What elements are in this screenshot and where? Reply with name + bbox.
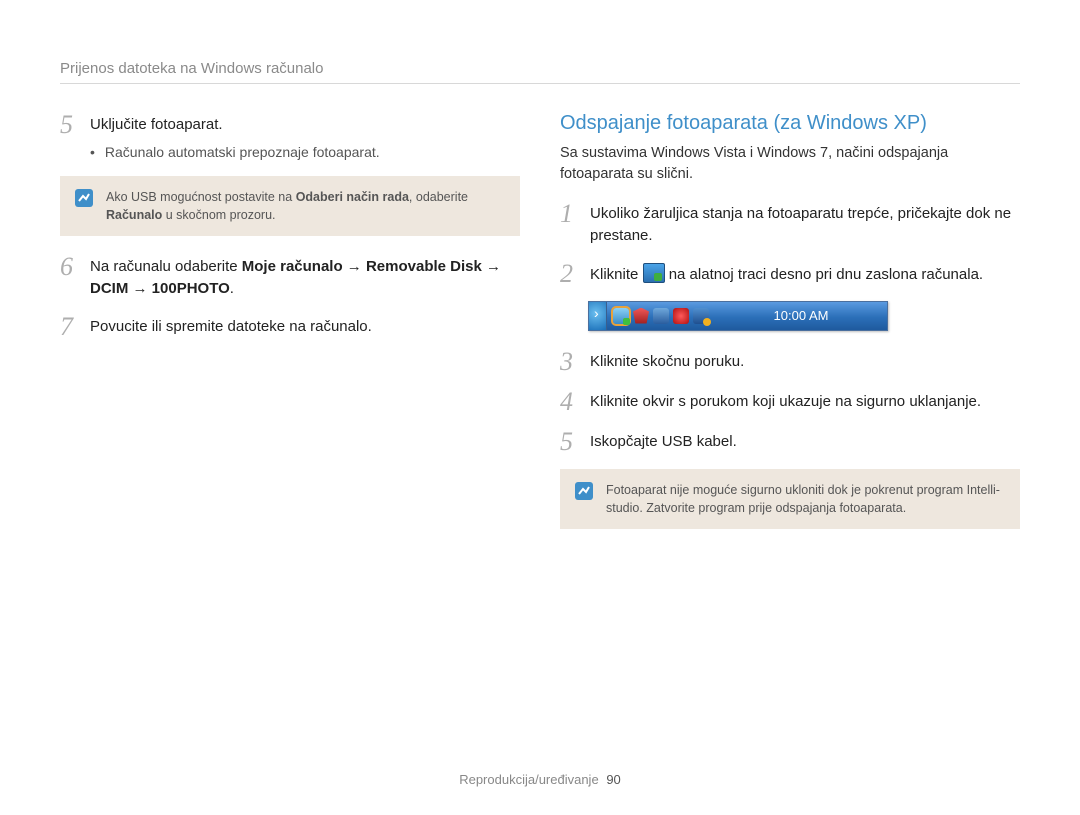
step-5r: 5 Iskopčajte USB kabel. <box>560 429 1020 455</box>
step-number: 3 <box>560 349 578 375</box>
step-number: 5 <box>560 429 578 455</box>
right-column: Odspajanje fotoaparata (za Windows XP) S… <box>560 112 1020 547</box>
step-frag: Na računalu odaberite <box>90 258 242 275</box>
step-3: 3 Kliknite skočnu poruku. <box>560 349 1020 375</box>
callout-bold: Odaberi način rada <box>296 190 409 204</box>
security-shield-icon <box>633 308 649 324</box>
left-column: 5 Uključite fotoaparat. Računalo automat… <box>60 112 520 547</box>
network-icon <box>693 308 709 324</box>
step-number: 1 <box>560 201 578 247</box>
safely-remove-icon <box>613 308 629 324</box>
step-frag: . <box>230 280 234 297</box>
breadcrumb: Prijenos datoteka na Windows računalo <box>60 60 1020 84</box>
volume-icon <box>673 308 689 324</box>
step-text: Kliknite okvir s porukom koji ukazuje na… <box>590 389 1020 415</box>
step-2: 2 Kliknite na alatnoj traci desno pri dn… <box>560 261 1020 287</box>
page-footer: Reprodukcija/uređivanje 90 <box>0 772 1080 787</box>
step-text-main: Uključite fotoaparat. <box>90 116 223 133</box>
note-icon <box>74 188 94 208</box>
step-text: Uključite fotoaparat. Računalo automatsk… <box>90 112 520 162</box>
sub-bullet-list: Računalo automatski prepoznaje fotoapara… <box>90 142 520 162</box>
step-bold: Removable Disk <box>366 258 482 275</box>
step-6: 6 Na računalu odaberite Moje računalo → … <box>60 254 520 300</box>
callout-text: Ako USB mogućnost postavite na Odaberi n… <box>106 188 506 224</box>
step-1: 1 Ukoliko žaruljica stanja na fotoaparat… <box>560 201 1020 247</box>
step-bold: Moje računalo <box>242 258 343 275</box>
step-7: 7 Povucite ili spremite datoteke na raču… <box>60 314 520 340</box>
footer-label: Reprodukcija/uređivanje <box>459 772 598 787</box>
section-title: Odspajanje fotoaparata (za Windows XP) <box>560 112 1020 135</box>
sub-bullet-text: Računalo automatski prepoznaje fotoapara… <box>105 142 380 162</box>
callout-frag: u skočnom prozoru. <box>162 208 275 222</box>
safely-remove-icon <box>643 263 665 283</box>
step-frag: na alatnoj traci desno pri dnu zaslona r… <box>669 266 983 283</box>
step-frag: Kliknite <box>590 266 643 283</box>
callout-frag: , odaberite <box>409 190 468 204</box>
step-bold: 100PHOTO <box>152 280 230 297</box>
step-4: 4 Kliknite okvir s porukom koji ukazuje … <box>560 389 1020 415</box>
step-number: 6 <box>60 254 78 300</box>
step-bold: DCIM <box>90 280 128 297</box>
tray-expand-icon <box>589 302 607 330</box>
tray-app-icon <box>653 308 669 324</box>
step-text: Kliknite skočnu poruku. <box>590 349 1020 375</box>
step-text: Iskopčajte USB kabel. <box>590 429 1020 455</box>
step-number: 5 <box>60 112 78 162</box>
note-icon <box>574 481 594 501</box>
step-text: Ukoliko žaruljica stanja na fotoaparatu … <box>590 201 1020 247</box>
callout-note: Ako USB mogućnost postavite na Odaberi n… <box>60 176 520 236</box>
step-number: 2 <box>560 261 578 287</box>
step-text: Na računalu odaberite Moje računalo → Re… <box>90 254 520 300</box>
bullet-dot-icon <box>90 142 95 162</box>
two-column-layout: 5 Uključite fotoaparat. Računalo automat… <box>60 112 1020 547</box>
callout-note: Fotoaparat nije moguće sigurno ukloniti … <box>560 469 1020 529</box>
step-5: 5 Uključite fotoaparat. Računalo automat… <box>60 112 520 162</box>
section-intro: Sa sustavima Windows Vista i Windows 7, … <box>560 143 1020 185</box>
system-tray-screenshot: 10:00 AM <box>588 301 888 331</box>
arrow-icon: → <box>128 280 151 297</box>
callout-frag: Ako USB mogućnost postavite na <box>106 190 296 204</box>
sub-bullet: Računalo automatski prepoznaje fotoapara… <box>90 142 520 162</box>
page-number: 90 <box>606 772 620 787</box>
arrow-icon: → <box>343 258 366 275</box>
step-text: Kliknite na alatnoj traci desno pri dnu … <box>590 261 1020 287</box>
tray-clock: 10:00 AM <box>715 302 887 330</box>
callout-text: Fotoaparat nije moguće sigurno ukloniti … <box>606 481 1006 517</box>
step-text: Povucite ili spremite datoteke na računa… <box>90 314 520 340</box>
step-number: 4 <box>560 389 578 415</box>
arrow-icon: → <box>482 258 501 275</box>
step-number: 7 <box>60 314 78 340</box>
callout-bold: Računalo <box>106 208 162 222</box>
tray-icon-row <box>607 302 715 330</box>
